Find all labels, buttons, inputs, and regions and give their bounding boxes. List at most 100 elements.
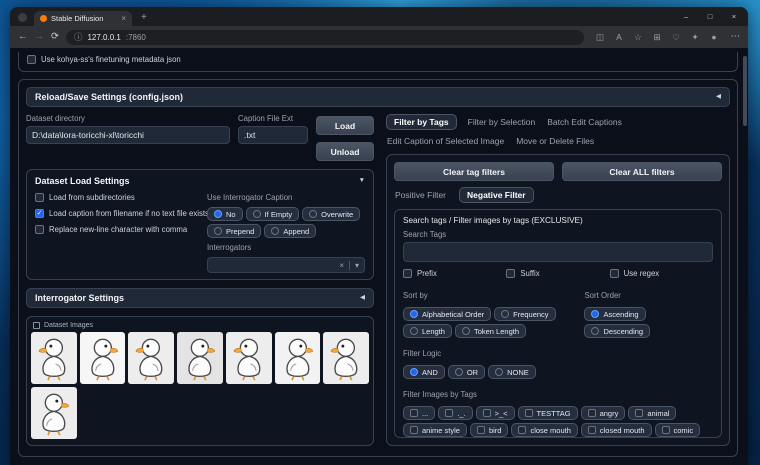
profile-icon[interactable]: ●	[705, 32, 724, 43]
tag-chip-list: ... ._. >_< TESTTAG angry animal anime s…	[403, 406, 713, 438]
dataset-image-thumbnail[interactable]	[275, 332, 321, 384]
tag-chip[interactable]: closed mouth	[581, 423, 652, 437]
dataset-image-thumbnail[interactable]	[323, 332, 369, 384]
metadata-settings-panel: Use kohya-ss's finetuning metadata json	[18, 52, 738, 72]
tag-chip[interactable]: ...	[403, 406, 435, 420]
radio-descending[interactable]: Descending	[584, 324, 650, 338]
dataset-directory-input[interactable]	[26, 126, 230, 144]
radio-none[interactable]: NONE	[488, 365, 536, 379]
address-bar[interactable]: ⓘ 127.0.0.1:7860	[66, 30, 584, 45]
radio-alphabetical-order[interactable]: Alphabetical Order	[403, 307, 491, 321]
dataset-image-thumbnail[interactable]	[128, 332, 174, 384]
checkbox-replace-newline-with-comma[interactable]: Replace new-line character with comma	[35, 225, 197, 234]
browser-tab[interactable]: Stable Diffusion ×	[34, 11, 132, 26]
clear-all-filters-button[interactable]: Clear ALL filters	[562, 162, 722, 181]
radio-token-length[interactable]: Token Length	[455, 324, 526, 338]
collections-icon[interactable]: ⊞	[648, 32, 667, 43]
tab-filter-by-tags[interactable]: Filter by Tags	[386, 114, 457, 130]
checkbox-load-caption-from-filename[interactable]: ✓ Load caption from filename if no text …	[35, 209, 197, 218]
radio-and[interactable]: AND	[403, 365, 445, 379]
duck-image	[31, 335, 77, 381]
maximize-button[interactable]: □	[698, 9, 722, 24]
dataset-load-settings-panel: Dataset Load Settings ▼ Load from subdir…	[26, 169, 374, 280]
tab-batch-edit-captions[interactable]: Batch Edit Captions	[546, 115, 623, 129]
tab-positive-filter[interactable]: Positive Filter	[394, 188, 447, 202]
tag-chip[interactable]: close mouth	[511, 423, 577, 437]
radio-frequency[interactable]: Frequency	[494, 307, 555, 321]
radio-label: No	[226, 210, 236, 219]
tab-negative-filter[interactable]: Negative Filter	[459, 187, 534, 203]
load-button[interactable]: Load	[316, 116, 374, 135]
duck-image	[275, 335, 321, 381]
settings-menu-button[interactable]: ⋯	[731, 32, 741, 42]
forward-button[interactable]: →	[35, 32, 45, 42]
checkbox-load-from-subdirectories[interactable]: Load from subdirectories	[35, 193, 197, 202]
radio-ascending[interactable]: Ascending	[584, 307, 645, 321]
tag-chip[interactable]: anime style	[403, 423, 467, 437]
radio-option-prepend[interactable]: Prepend	[207, 224, 261, 238]
checkbox-suffix[interactable]: Suffix	[506, 269, 609, 278]
essentials-icon[interactable]: ♡	[667, 32, 686, 43]
checkbox-label: Replace new-line character with comma	[49, 225, 187, 234]
split-screen-icon[interactable]: ◫	[591, 32, 610, 43]
radio-option-if-empty[interactable]: If Empty	[246, 207, 300, 221]
radio-or[interactable]: OR	[448, 365, 485, 379]
browser-navbar: ← → ⟳ ⓘ 127.0.0.1:7860 ◫ A ☆ ⊞ ♡ ✦ ● ⋯	[10, 26, 748, 48]
tag-chip[interactable]: animal	[628, 406, 676, 420]
dataset-image-thumbnail[interactable]	[226, 332, 272, 384]
dataset-image-thumbnail[interactable]	[80, 332, 126, 384]
refresh-button[interactable]: ⟳	[51, 32, 59, 42]
new-tab-button[interactable]: +	[141, 13, 147, 23]
tag-chip[interactable]: TESTTAG	[518, 406, 578, 420]
radio-label: Append	[283, 227, 309, 236]
workspace-icon[interactable]	[18, 13, 27, 22]
interrogator-settings-accordion[interactable]: Interrogator Settings ◀	[26, 288, 374, 308]
checkbox-icon	[525, 409, 533, 417]
caption-file-ext-input[interactable]	[238, 126, 308, 144]
tab-title: Stable Diffusion	[51, 14, 117, 23]
image-grid	[31, 332, 369, 439]
duck-image	[323, 335, 369, 381]
radio-option-append[interactable]: Append	[264, 224, 316, 238]
checkbox-prefix[interactable]: Prefix	[403, 269, 506, 278]
tag-chip[interactable]: >_<	[476, 406, 515, 420]
tab-edit-caption-of-selected-image[interactable]: Edit Caption of Selected Image	[386, 134, 505, 148]
extensions-icon[interactable]: ✦	[686, 32, 705, 43]
tag-chip[interactable]: bird	[470, 423, 509, 437]
dataset-image-thumbnail[interactable]	[177, 332, 223, 384]
kohya-json-checkbox[interactable]: Use kohya-ss's finetuning metadata json	[27, 55, 729, 64]
search-tags-input[interactable]	[403, 242, 713, 262]
interrogators-dropdown[interactable]: × ▾	[207, 257, 365, 273]
dataset-image-thumbnail[interactable]	[31, 332, 77, 384]
tag-chip[interactable]: angry	[581, 406, 626, 420]
tag-label: TESTTAG	[537, 409, 571, 418]
radio-length[interactable]: Length	[403, 324, 452, 338]
reload-save-settings-accordion[interactable]: Reload/Save Settings (config.json) ◀	[26, 87, 730, 107]
clear-selection-icon[interactable]: ×	[339, 261, 344, 270]
filter-column: Filter by Tags Filter by Selection Batch…	[386, 114, 730, 446]
checkbox-use-regex[interactable]: Use regex	[610, 269, 713, 278]
favorites-icon[interactable]: ☆	[629, 32, 648, 43]
radio-option-no[interactable]: No	[207, 207, 243, 221]
page-scrollbar[interactable]	[743, 56, 747, 126]
unload-button[interactable]: Unload	[316, 142, 374, 161]
site-info-icon[interactable]: ⓘ	[74, 31, 83, 43]
tab-close-icon[interactable]: ×	[121, 15, 126, 23]
dataset-image-thumbnail[interactable]	[31, 387, 77, 439]
radio-option-overwrite[interactable]: Overwrite	[302, 207, 360, 221]
clear-tag-filters-button[interactable]: Clear tag filters	[394, 162, 554, 181]
minimize-button[interactable]: –	[674, 9, 698, 24]
checkbox-icon	[483, 409, 491, 417]
tag-chip[interactable]: comic	[655, 423, 701, 437]
dataset-directory-label: Dataset directory	[26, 114, 230, 123]
tab-move-or-delete-files[interactable]: Move or Delete Files	[515, 134, 595, 148]
read-aloud-icon[interactable]: A	[610, 32, 629, 43]
dropdown-caret-icon[interactable]: ▾	[355, 261, 359, 270]
tab-filter-by-selection[interactable]: Filter by Selection	[467, 115, 537, 129]
tag-chip[interactable]: ._.	[438, 406, 472, 420]
collapse-arrow-icon: ◀	[716, 94, 721, 101]
dataset-load-settings-header[interactable]: Dataset Load Settings ▼	[35, 176, 365, 186]
back-button[interactable]: ←	[18, 32, 28, 42]
close-button[interactable]: ×	[722, 9, 746, 24]
radio-icon	[410, 327, 418, 335]
